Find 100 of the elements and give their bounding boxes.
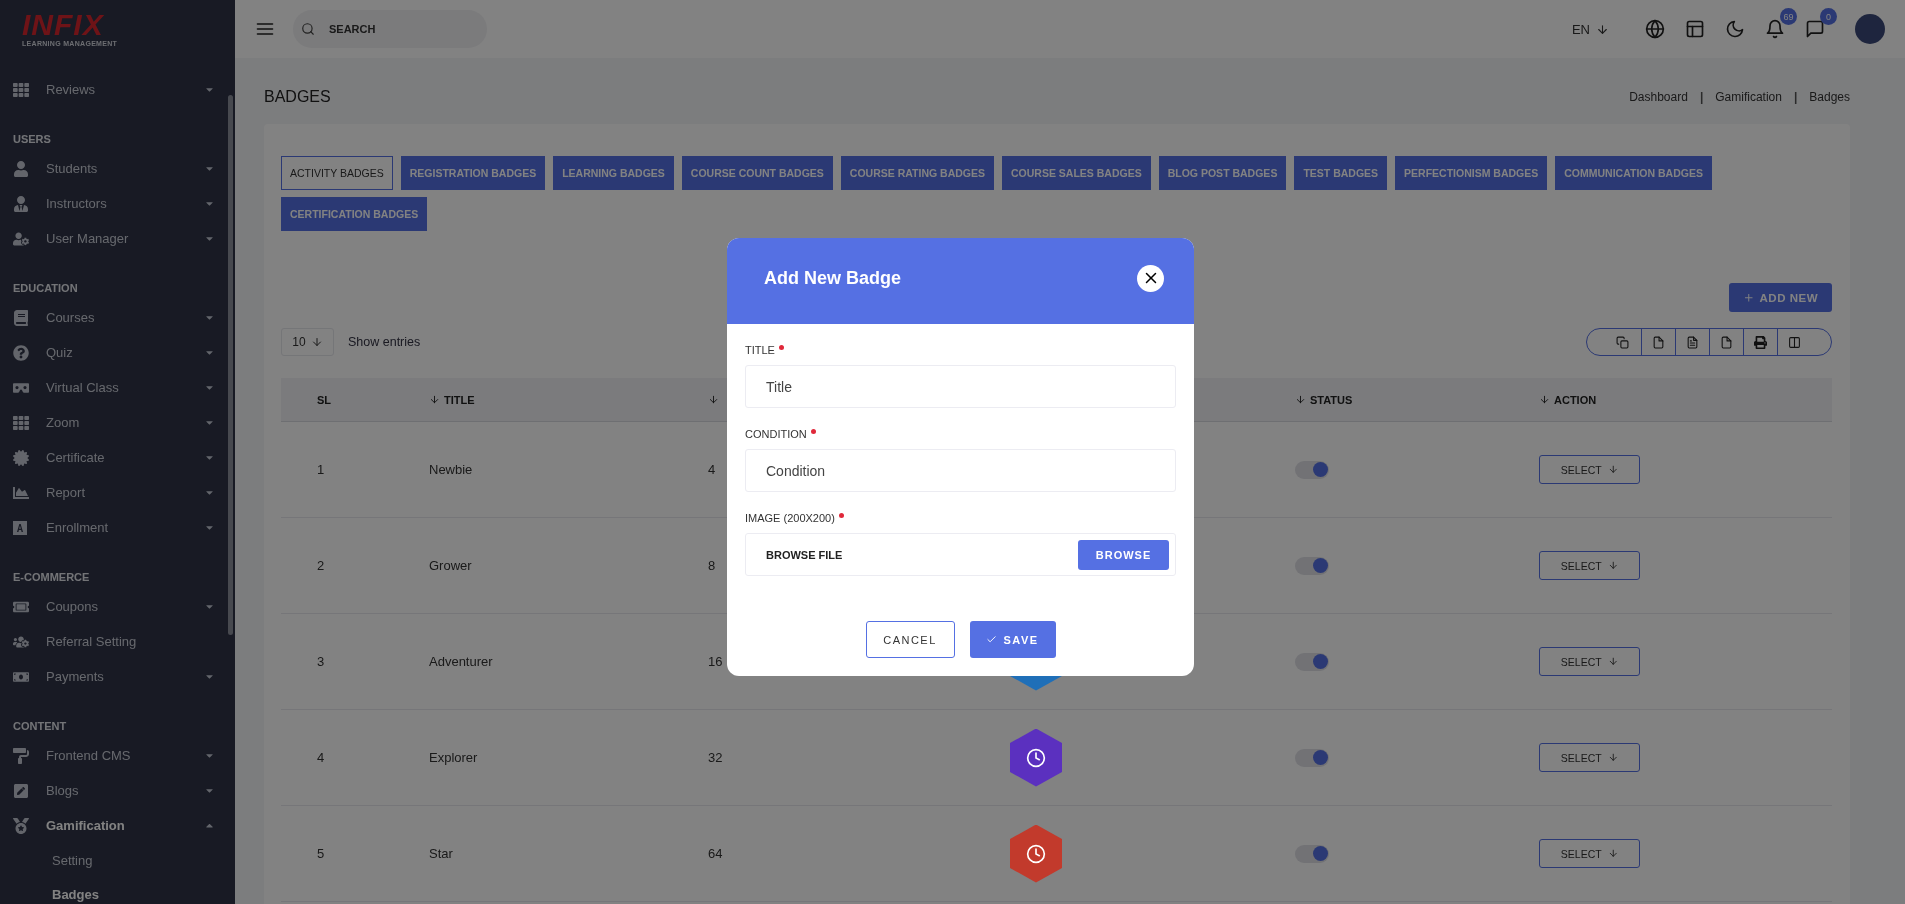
badge-tab[interactable]: REGISTRATION BADGES (400, 156, 546, 190)
table-cell: Adventurer (429, 654, 493, 669)
badge-tab[interactable]: ACTIVITY BADGES (281, 156, 393, 190)
sidebar-item[interactable]: Zoom (0, 405, 235, 440)
sidebar-item[interactable]: Quiz (0, 335, 235, 370)
table-cell: 2 (317, 558, 325, 573)
text-input-field[interactable]: Title (745, 365, 1176, 408)
sidebar-item[interactable]: Virtual Class (0, 370, 235, 405)
sidebar-item[interactable]: Coupons (0, 589, 235, 624)
sidebar-item[interactable]: Blogs (0, 773, 235, 808)
moon-icon[interactable] (1725, 19, 1745, 39)
select-button[interactable]: SELECT (1539, 743, 1640, 772)
cancel-button[interactable]: CANCEL (865, 621, 955, 658)
status-toggle[interactable] (1295, 844, 1329, 863)
language-selector[interactable]: EN (1571, 21, 1609, 37)
breadcrumb-link[interactable]: Dashboard (1629, 90, 1688, 104)
sidebar-item[interactable]: Report (0, 475, 235, 510)
chat-icon[interactable] (1805, 19, 1825, 39)
badge-tab[interactable]: CERTIFICATION BADGES (281, 197, 428, 231)
notification-count: 69 (1780, 8, 1797, 25)
dialog-title: Add New Badge (764, 267, 901, 289)
column-header[interactable]: SL (317, 393, 393, 406)
check-icon (986, 634, 998, 645)
badge-tab[interactable]: COURSE RATING BADGES (840, 156, 994, 190)
sidebar-item[interactable]: Students (0, 151, 235, 186)
badge-tab[interactable]: BLOG POST BADGES (1158, 156, 1287, 190)
search-icon (301, 22, 315, 36)
sidebar-item[interactable]: Referral Setting (0, 624, 235, 659)
column-header[interactable]: ACTION (1539, 393, 1832, 406)
status-toggle[interactable] (1295, 460, 1329, 479)
sidebar-item[interactable]: Payments (0, 659, 235, 694)
sidebar-subitem[interactable]: Setting (0, 843, 235, 877)
arrow-down-icon (1607, 656, 1619, 667)
sidebar-item[interactable]: Courses (0, 300, 235, 335)
search-field[interactable]: SEARCH (293, 10, 487, 48)
table-cell: Star (429, 846, 453, 861)
select-button[interactable]: SELECT (1539, 839, 1640, 868)
save-button[interactable]: SAVE (969, 621, 1056, 658)
column-header[interactable]: TITLE (429, 393, 672, 406)
arrow-down-icon (1607, 464, 1619, 475)
question-icon (13, 344, 29, 361)
sidebar-item[interactable]: User Manager (0, 221, 235, 256)
sidebar-item[interactable]: Instructors (0, 186, 235, 221)
close-button[interactable] (1137, 264, 1164, 292)
sort-arrow-icon (1295, 394, 1306, 405)
table-cell: 1 (317, 462, 325, 477)
add-new-button[interactable]: ADD NEW (1729, 283, 1832, 312)
globe-icon[interactable] (1645, 19, 1665, 39)
bell-icon[interactable] (1765, 19, 1785, 39)
sidebar-heading: EDUCATION (12, 282, 79, 294)
table-cell: 8 (708, 558, 716, 573)
table-cell: 4 (317, 750, 325, 765)
breadcrumb-link[interactable]: Badges (1809, 90, 1850, 104)
badge-tab[interactable]: COURSE COUNT BADGES (681, 156, 833, 190)
table-cell: 16 (708, 654, 723, 669)
entries-select[interactable]: 10 (281, 328, 334, 356)
sidebar-heading: CONTENT (12, 720, 68, 732)
user-gear-icon (13, 230, 29, 247)
book-icon (13, 309, 29, 326)
sidebar-item[interactable]: Certificate (0, 440, 235, 475)
select-button[interactable]: SELECT (1539, 455, 1640, 484)
select-button[interactable]: SELECT (1539, 551, 1640, 580)
status-toggle[interactable] (1295, 652, 1329, 671)
avatar[interactable] (1855, 14, 1885, 44)
text-input-field[interactable]: Condition (745, 449, 1176, 492)
sidebar-item[interactable]: Frontend CMS (0, 738, 235, 773)
breadcrumb-link[interactable]: Gamification (1715, 90, 1782, 104)
file-field[interactable]: BROWSE FILE BROWSE (745, 533, 1176, 576)
sidebar-item[interactable]: Reviews (0, 72, 235, 107)
column-header[interactable]: STATUS (1295, 393, 1503, 406)
arrow-down-icon (1607, 752, 1619, 763)
badge-tab[interactable]: LEARNING BADGES (553, 156, 674, 190)
select-button[interactable]: SELECT (1539, 647, 1640, 676)
browse-button[interactable]: BROWSE (1078, 539, 1169, 570)
table-cell: Grower (429, 558, 472, 573)
seal-icon (13, 449, 29, 466)
table-cell: 5 (317, 846, 325, 861)
area-chart-icon (13, 484, 29, 501)
status-toggle[interactable] (1295, 748, 1329, 767)
sidebar-item[interactable]: Enrollment (0, 510, 235, 545)
sidebar-subitem[interactable]: Badges (0, 877, 235, 904)
table-cell: Newbie (429, 462, 473, 477)
page-title: BADGES (264, 88, 331, 106)
user-icon (13, 160, 29, 177)
field-label: TITLE (745, 344, 775, 356)
badge-tab[interactable]: COMMUNICATION BADGES (1555, 156, 1712, 190)
badge-tab[interactable]: PERFECTIONISM BADGES (1395, 156, 1548, 190)
plus-icon (1743, 291, 1755, 304)
letter-box-icon (13, 520, 27, 535)
sidebar-item[interactable]: Gamification (0, 808, 235, 843)
arrow-down-icon (1596, 22, 1609, 36)
arrow-down-icon (1607, 848, 1619, 859)
table-cell: Explorer (429, 750, 478, 765)
table-cell: 32 (708, 750, 723, 765)
breadcrumb-separator: | (1793, 90, 1798, 104)
layout-icon[interactable] (1685, 19, 1705, 39)
paint-roller-icon (13, 747, 29, 764)
badge-tab[interactable]: TEST BADGES (1294, 156, 1388, 190)
status-toggle[interactable] (1295, 556, 1329, 575)
badge-tab[interactable]: COURSE SALES BADGES (1002, 156, 1151, 190)
